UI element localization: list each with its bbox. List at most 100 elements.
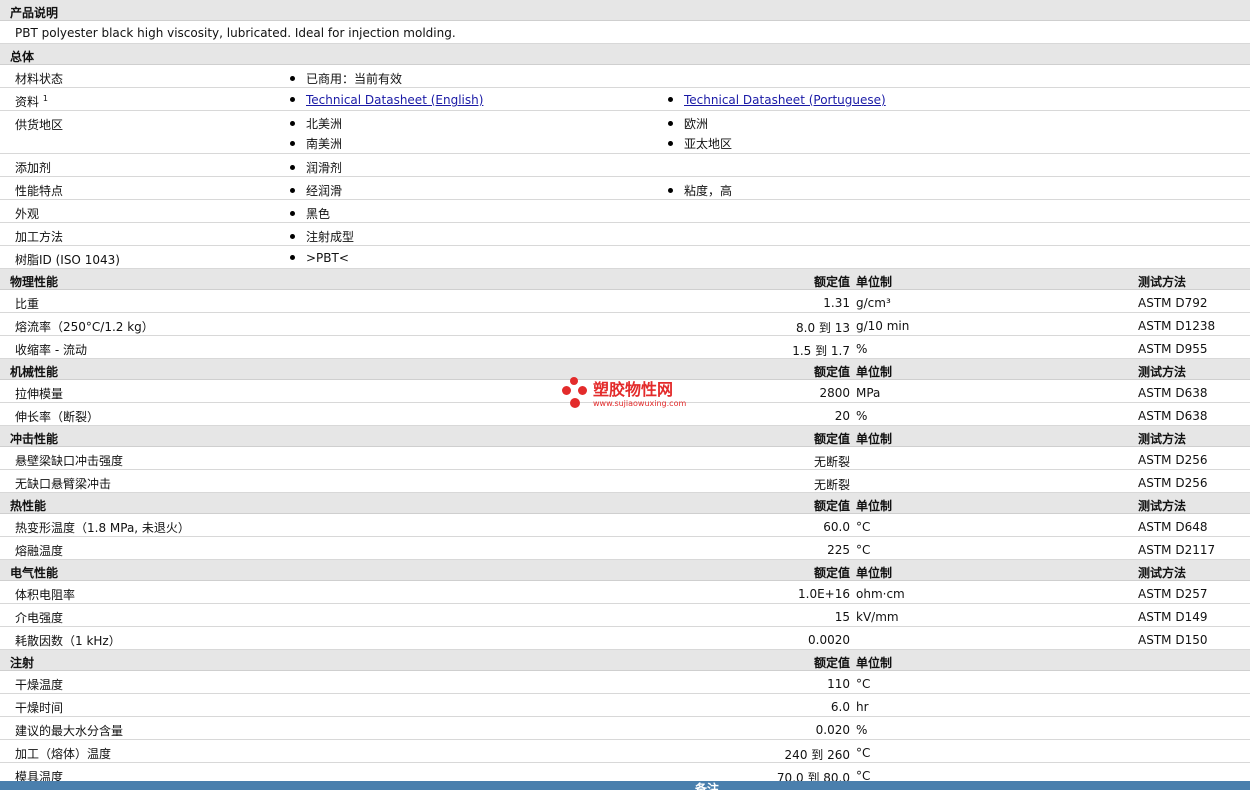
property-value: 0.0020	[808, 633, 850, 647]
general-row-appearance: 外观 黑色	[0, 200, 1250, 223]
datasheet-portuguese-link[interactable]: Technical Datasheet (Portuguese)	[684, 93, 886, 107]
property-value: 1.0E+16	[798, 587, 850, 601]
property-label: 无缺口悬臂梁冲击	[15, 477, 112, 491]
property-label: 体积电阻率	[15, 588, 76, 602]
description-row: PBT polyester black high viscosity, lubr…	[0, 21, 1250, 44]
header-nominal: 额定值	[813, 432, 850, 446]
section-title: 机械性能	[10, 365, 59, 379]
property-unit: kV/mm	[856, 610, 899, 624]
property-label: 热变形温度（1.8 MPa, 未退火）	[15, 521, 190, 535]
row-label: 材料状态	[15, 72, 64, 86]
header-test-method: 测试方法	[1138, 365, 1187, 379]
property-test-method: ASTM D150	[1138, 633, 1208, 647]
general-row-status: 材料状态 已商用：当前有效	[0, 65, 1250, 88]
property-label: 建议的最大水分含量	[15, 724, 124, 738]
notes-bar: 备注	[0, 781, 1250, 790]
general-row-process: 加工方法 注射成型	[0, 223, 1250, 246]
header-nominal: 额定值	[813, 656, 850, 670]
property-row: 体积电阻率 1.0E+16 ohm·cm ASTM D257	[0, 581, 1250, 604]
property-unit: °C	[856, 520, 871, 534]
property-test-method: ASTM D638	[1138, 386, 1208, 400]
property-value: 2800	[819, 386, 850, 400]
general-row-additive: 添加剂 润滑剂	[0, 154, 1250, 177]
property-value: 15	[834, 610, 850, 624]
property-label: 收缩率 - 流动	[15, 343, 87, 357]
property-row: 熔流率（250°C/1.2 kg） 8.0 到 13 g/10 min ASTM D1…	[0, 313, 1250, 336]
property-value: 无断裂	[813, 455, 850, 469]
section-title: 注射	[10, 656, 35, 670]
section-header-impact: 冲击性能 额定值 单位制 测试方法	[0, 426, 1250, 447]
property-test-method: ASTM D256	[1138, 476, 1208, 490]
section-title: 热性能	[10, 499, 47, 513]
section-title: 产品说明	[10, 6, 59, 20]
property-row: 悬壁梁缺口冲击强度 无断裂 ASTM D256	[0, 447, 1250, 470]
header-nominal: 额定值	[813, 275, 850, 289]
property-unit: %	[856, 342, 868, 356]
property-value: 0.020	[815, 723, 850, 737]
section-title: 物理性能	[10, 275, 59, 289]
property-label: 干燥温度	[15, 678, 64, 692]
property-unit: g/cm³	[856, 296, 891, 310]
bullet-item: 黑色	[290, 205, 330, 222]
bullet-item: 北美洲	[290, 115, 342, 132]
row-label: 资料 1	[15, 94, 48, 109]
watermark-url: www.sujiaowuxing.com	[593, 399, 687, 408]
watermark-dot	[578, 386, 587, 395]
property-label: 熔融温度	[15, 544, 64, 558]
watermark-dot	[562, 386, 571, 395]
property-test-method: ASTM D1238	[1138, 319, 1216, 333]
property-row: 熔融温度 225 °C ASTM D2117	[0, 537, 1250, 560]
property-value: 240 到 260	[784, 748, 850, 762]
property-value: 6.0	[830, 700, 850, 714]
header-nominal: 额定值	[813, 365, 850, 379]
general-row-docs: 资料 1 Technical Datasheet (English) Techn…	[0, 88, 1250, 111]
property-value: 1.31	[823, 296, 850, 310]
datasheet-english-link[interactable]: Technical Datasheet (English)	[306, 93, 483, 107]
section-title: 电气性能	[10, 566, 59, 580]
watermark-dot	[570, 377, 578, 385]
property-label: 悬壁梁缺口冲击强度	[15, 454, 124, 468]
property-test-method: ASTM D955	[1138, 342, 1208, 356]
bullet-icon	[290, 121, 295, 126]
bullet-item: 润滑剂	[290, 159, 342, 176]
bullet-item: 注射成型	[290, 228, 354, 245]
property-test-method: ASTM D257	[1138, 587, 1208, 601]
row-label: 添加剂	[15, 161, 52, 175]
notes-title: 备注	[695, 782, 720, 790]
property-unit: °C	[856, 746, 871, 760]
property-row: 无缺口悬臂梁冲击 无断裂 ASTM D256	[0, 470, 1250, 493]
datasheet: 产品说明 PBT polyester black high viscosity,…	[0, 0, 1250, 790]
general-row-regions: 供货地区 北美洲 欧洲 南美洲 亚太地区	[0, 111, 1250, 154]
bullet-item: >PBT<	[290, 251, 349, 265]
property-test-method: ASTM D792	[1138, 296, 1208, 310]
property-label: 介电强度	[15, 611, 64, 625]
footnote-marker: 1	[42, 94, 48, 103]
row-label: 树脂ID (ISO 1043)	[15, 253, 120, 267]
header-unit: 单位制	[856, 275, 893, 289]
header-test-method: 测试方法	[1138, 566, 1187, 580]
general-row-resin: 树脂ID (ISO 1043) >PBT<	[0, 246, 1250, 269]
section-header-general: 总体	[0, 44, 1250, 65]
property-row: 比重 1.31 g/cm³ ASTM D792	[0, 290, 1250, 313]
bullet-icon	[668, 188, 673, 193]
header-test-method: 测试方法	[1138, 275, 1187, 289]
header-unit: 单位制	[856, 656, 893, 670]
property-row: 热变形温度（1.8 MPa, 未退火） 60.0 °C ASTM D648	[0, 514, 1250, 537]
header-unit: 单位制	[856, 365, 893, 379]
property-label: 加工（熔体）温度	[15, 747, 112, 761]
property-row: 耗散因数（1 kHz） 0.0020 ASTM D150	[0, 627, 1250, 650]
watermark-name: 塑胶物性网	[593, 380, 674, 399]
bullet-item: Technical Datasheet (English)	[290, 93, 483, 107]
property-value: 60.0	[823, 520, 850, 534]
property-label: 熔流率（250°C/1.2 kg）	[15, 320, 154, 334]
product-description: PBT polyester black high viscosity, lubr…	[15, 26, 456, 40]
bullet-icon	[290, 188, 295, 193]
property-value: 20	[834, 409, 850, 423]
watermark-logo: 塑胶物性网 www.sujiaowuxing.com	[561, 376, 701, 412]
property-row: 介电强度 15 kV/mm ASTM D149	[0, 604, 1250, 627]
bullet-item: 欧洲	[668, 115, 708, 132]
property-test-method: ASTM D638	[1138, 409, 1208, 423]
section-header-electrical: 电气性能 额定值 单位制 测试方法	[0, 560, 1250, 581]
section-title: 冲击性能	[10, 432, 59, 446]
bullet-icon	[290, 97, 295, 102]
